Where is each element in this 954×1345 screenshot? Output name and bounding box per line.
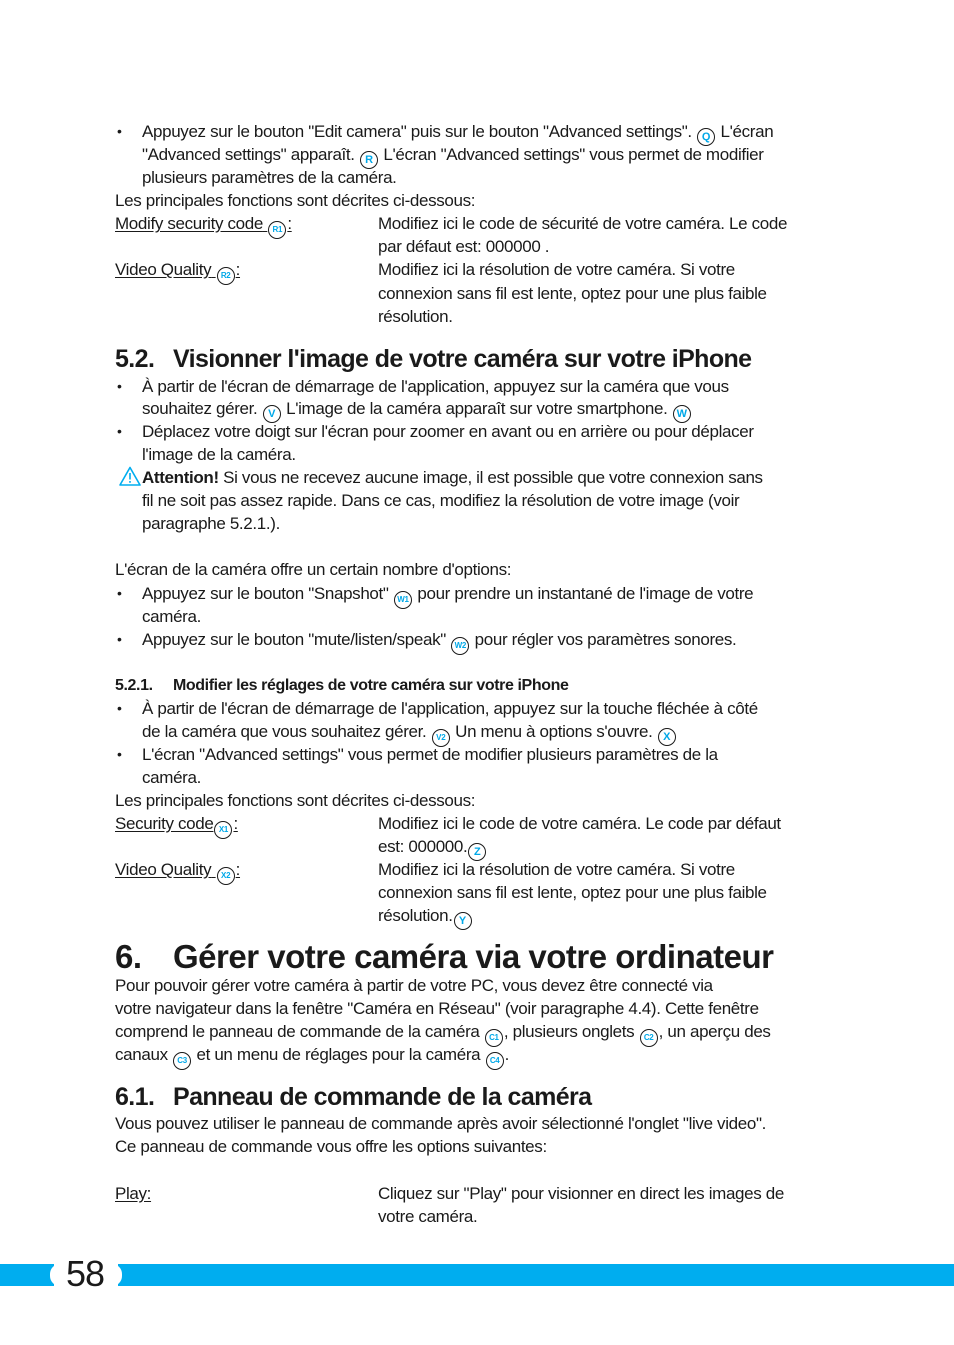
bullet-text: Appuyez sur le bouton "mute/listen/speak… xyxy=(142,628,737,655)
definition-desc: Modifiez ici la résolution de votre camé… xyxy=(378,860,735,879)
text-span: souhaitez gérer. xyxy=(142,399,258,418)
chapter-heading-6: 6. Gérer votre caméra via votre ordinateu… xyxy=(115,938,774,976)
paragraph-line: votre navigateur dans la fenêtre "Caméra… xyxy=(115,999,759,1018)
section-number: 5.2.1. xyxy=(115,677,153,694)
text-span: de la caméra que vous souhaitez gérer. xyxy=(142,722,427,741)
term-label: Security code xyxy=(115,814,214,833)
bullet-text: caméra. xyxy=(142,607,201,626)
paragraph-line: Vous pouvez utiliser le panneau de comma… xyxy=(115,1114,767,1133)
warning-icon xyxy=(119,466,141,486)
bullet-text: L'écran "Advanced settings" vous permet … xyxy=(142,745,718,764)
definition-desc: Modifiez ici le code de sécurité de votr… xyxy=(378,214,788,233)
bullet-marker: • xyxy=(117,700,122,716)
callout-badge-x2: X2 xyxy=(216,867,235,885)
attention-note: paragraphe 5.2.1.). xyxy=(142,514,280,533)
text-span: Appuyez sur le bouton "Edit camera" puis… xyxy=(142,122,692,141)
text-span: et un menu de réglages pour la caméra xyxy=(196,1045,481,1064)
footer-bar xyxy=(0,1264,54,1286)
text-span: , un aperçu des xyxy=(658,1022,771,1041)
functions-intro: Les principales fonctions sont décrites … xyxy=(115,791,476,810)
paragraph-line: Ce panneau de commande vous offre les op… xyxy=(115,1137,547,1156)
text-span: Un menu à options s'ouvre. xyxy=(455,722,653,741)
section-heading-6-1: 6.1. Panneau de commande de la caméra xyxy=(115,1082,592,1112)
section-title: Modifier les réglages de votre caméra su… xyxy=(173,677,569,694)
functions-intro: Les principales fonctions sont décrites … xyxy=(115,191,476,210)
options-intro: L'écran de la caméra offre un certain no… xyxy=(115,560,512,579)
text-span: L'image de la caméra apparaît sur votre … xyxy=(286,399,668,418)
callout-badge-w2: W2 xyxy=(451,637,470,655)
section-heading-5-2-1: 5.2.1. Modifier les réglages de votre cam… xyxy=(115,675,569,697)
callout-badge-r2: R2 xyxy=(216,267,235,285)
text-span: résolution. xyxy=(378,906,453,925)
footer-bar xyxy=(118,1264,954,1286)
bullet-marker: • xyxy=(117,585,122,601)
text-span: pour régler vos paramètres sonores. xyxy=(474,630,737,649)
section-number: 6. xyxy=(115,938,142,975)
text-span: L'écran xyxy=(720,122,774,141)
definition-desc: Cliquez sur "Play" pour visionner en dir… xyxy=(378,1184,784,1203)
text-span: Appuyez sur le bouton "mute/listen/speak… xyxy=(142,630,446,649)
text-span: Appuyez sur le bouton "Snapshot" xyxy=(142,584,389,603)
text-span: , plusieurs onglets xyxy=(503,1022,635,1041)
bullet-text: Appuyez sur le bouton "Snapshot" W1 pour… xyxy=(142,582,754,609)
definition-desc: votre caméra. xyxy=(378,1207,478,1226)
definition-desc: Modifiez ici le code de votre caméra. Le… xyxy=(378,814,781,833)
bullet-text: caméra. xyxy=(142,768,201,787)
bullet-text: plusieurs paramètres de la caméra. xyxy=(142,168,397,187)
bullet-marker: • xyxy=(117,378,122,394)
section-number: 6.1. xyxy=(115,1083,155,1111)
callout-badge-c2: C2 xyxy=(639,1029,658,1047)
term-label: Video Quality xyxy=(115,260,212,279)
text-span: "Advanced settings" apparaît. xyxy=(142,145,355,164)
definition-term: Video Quality X2: xyxy=(115,858,240,885)
definition-term: Play: xyxy=(115,1182,151,1205)
definition-term: Modify security code R1: xyxy=(115,212,292,239)
definition-term: Video Quality R2: xyxy=(115,258,240,285)
callout-badge-w1: W1 xyxy=(393,591,412,609)
bullet-text: À partir de l'écran de démarrage de l'ap… xyxy=(142,699,758,718)
bullet-text: À partir de l'écran de démarrage de l'ap… xyxy=(142,377,729,396)
attention-label: Attention! xyxy=(142,468,219,487)
paragraph-line: Pour pouvoir gérer votre caméra à partir… xyxy=(115,976,713,995)
bullet-marker: • xyxy=(117,423,122,439)
definition-term: Security code X1: xyxy=(115,812,238,839)
term-label: Video Quality xyxy=(115,860,212,879)
section-number: 5.2. xyxy=(115,345,155,373)
definition-desc: résolution. Y xyxy=(378,904,473,930)
section-heading-5-2: 5.2. Visionner l'image de votre caméra su… xyxy=(115,344,752,374)
term-label: Modify security code xyxy=(115,214,263,233)
term-label: Play: xyxy=(115,1184,152,1203)
text-span: . xyxy=(504,1045,510,1064)
paragraph-line: canaux C3 et un menu de réglages pour la… xyxy=(115,1043,509,1070)
definition-desc: Modifiez ici la résolution de votre camé… xyxy=(378,260,735,279)
page-number: 58 xyxy=(66,1253,105,1294)
definition-desc: par défaut est: 000000 . xyxy=(378,237,550,256)
text-span: Si vous ne recevez aucune image, il est … xyxy=(223,468,763,487)
bullet-marker: • xyxy=(117,123,122,139)
bullet-text: l'image de la caméra. xyxy=(142,445,296,464)
text-span: est: 000000. xyxy=(378,837,468,856)
text-span: canaux xyxy=(115,1045,168,1064)
definition-desc: connexion sans fil est lente, optez pour… xyxy=(378,284,767,303)
text-span: L'écran "Advanced settings" vous permet … xyxy=(383,145,764,164)
callout-badge-r1: R1 xyxy=(268,221,287,239)
bullet-marker: • xyxy=(117,746,122,762)
text-span: pour prendre un instantané de l'image de… xyxy=(417,584,754,603)
definition-desc: résolution. xyxy=(378,307,453,326)
callout-badge-c3: C3 xyxy=(173,1052,192,1070)
callout-badge-x1: X1 xyxy=(214,821,233,839)
section-title: Visionner l'image de votre caméra sur vo… xyxy=(173,345,752,373)
callout-badge-c4: C4 xyxy=(485,1052,504,1070)
callout-badge-y: Y xyxy=(453,912,472,930)
bullet-text: Déplacez votre doigt sur l'écran pour zo… xyxy=(142,422,754,441)
section-title: Gérer votre caméra via votre ordinateur xyxy=(173,938,774,975)
text-span: comprend le panneau de commande de la ca… xyxy=(115,1022,480,1041)
bullet-marker: • xyxy=(117,631,122,647)
definition-desc: connexion sans fil est lente, optez pour… xyxy=(378,883,767,902)
attention-note: Attention! Si vous ne recevez aucune ima… xyxy=(142,466,763,489)
section-title: Panneau de commande de la caméra xyxy=(173,1083,592,1111)
attention-note: fil ne soit pas assez rapide. Dans ce ca… xyxy=(142,491,740,510)
manual-page: • Appuyez sur le bouton "Edit camera" pu… xyxy=(0,0,954,1345)
